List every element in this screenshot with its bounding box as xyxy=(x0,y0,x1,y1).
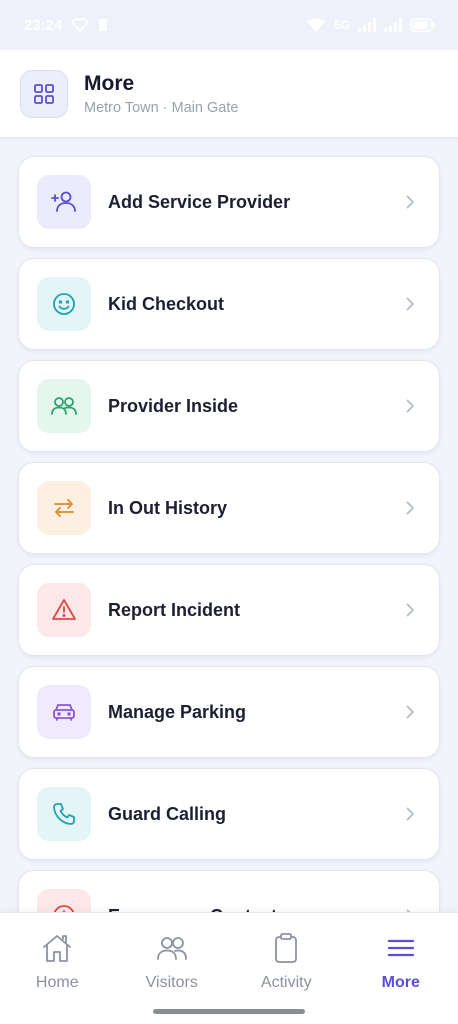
chevron-right-icon xyxy=(403,195,417,209)
menu-item-provider-inside[interactable]: Provider Inside xyxy=(18,360,440,452)
battery-icon xyxy=(410,18,436,32)
menu-list: Add Service Provider Kid Checkout Provid… xyxy=(18,156,440,972)
nav-label-visitors: Visitors xyxy=(145,974,198,991)
smile-icon xyxy=(37,277,91,331)
nav-item-activity[interactable]: Activity xyxy=(229,933,344,1003)
header-text: More Metro Town · Main Gate xyxy=(84,71,238,116)
warning-icon xyxy=(37,583,91,637)
swap-arrows-icon xyxy=(37,481,91,535)
menu-icon xyxy=(386,933,416,968)
chevron-right-icon xyxy=(403,603,417,617)
menu-item-report-incident[interactable]: Report Incident xyxy=(18,564,440,656)
menu-item-manage-parking[interactable]: Manage Parking xyxy=(18,666,440,758)
status-time: 23:24 xyxy=(24,16,63,34)
signal-icon-2 xyxy=(384,18,402,32)
chevron-right-icon xyxy=(403,399,417,413)
menu-item-label: Guard Calling xyxy=(108,803,227,824)
menu-item-label: Manage Parking xyxy=(108,701,247,722)
page-title: More xyxy=(84,72,135,95)
menu-item-guard-calling[interactable]: Guard Calling xyxy=(18,768,440,860)
users-icon xyxy=(37,379,91,433)
status-left: 23:24 xyxy=(24,17,108,34)
nav-label-home: Home xyxy=(35,974,79,991)
menu-item-label: Report Incident xyxy=(108,599,241,620)
chevron-right-icon xyxy=(403,501,417,515)
menu-item-add-service-provider[interactable]: Add Service Provider xyxy=(18,156,440,248)
nav-label-activity: Activity xyxy=(260,974,312,991)
clipboard-icon xyxy=(272,933,300,968)
menu-item-label: Add Service Provider xyxy=(108,191,291,212)
menu-item-label: Kid Checkout xyxy=(108,293,225,314)
page-subtitle: Metro Town · Main Gate xyxy=(84,100,239,116)
users-icon xyxy=(155,933,189,968)
menu-item-in-out-history[interactable]: In Out History xyxy=(18,462,440,554)
page-header: More Metro Town · Main Gate xyxy=(0,50,458,138)
user-plus-icon xyxy=(37,175,91,229)
notification-icon xyxy=(98,18,108,32)
menu-item-label: In Out History xyxy=(108,497,228,518)
status-bar: 23:24 5G xyxy=(0,0,458,50)
heart-icon xyxy=(72,18,88,32)
home-indicator[interactable] xyxy=(153,1009,305,1014)
phone-icon xyxy=(37,787,91,841)
chevron-right-icon xyxy=(403,705,417,719)
signal-icon xyxy=(358,18,376,32)
home-icon xyxy=(41,933,73,968)
nav-label-more: More xyxy=(381,974,420,991)
chevron-right-icon xyxy=(403,297,417,311)
menu-item-label: Provider Inside xyxy=(108,395,239,416)
wifi-icon xyxy=(306,17,326,33)
chevron-right-icon xyxy=(403,807,417,821)
nav-item-home[interactable]: Home xyxy=(0,933,115,1003)
bottom-nav: Home Visitors Activity More xyxy=(0,912,458,1024)
nav-item-visitors[interactable]: Visitors xyxy=(115,933,230,1003)
nav-item-more[interactable]: More xyxy=(344,933,458,1003)
car-icon xyxy=(37,685,91,739)
network-label: 5G xyxy=(333,18,350,32)
grid-icon xyxy=(20,69,68,118)
menu-item-kid-checkout[interactable]: Kid Checkout xyxy=(18,258,440,350)
status-right: 5G xyxy=(306,17,436,33)
